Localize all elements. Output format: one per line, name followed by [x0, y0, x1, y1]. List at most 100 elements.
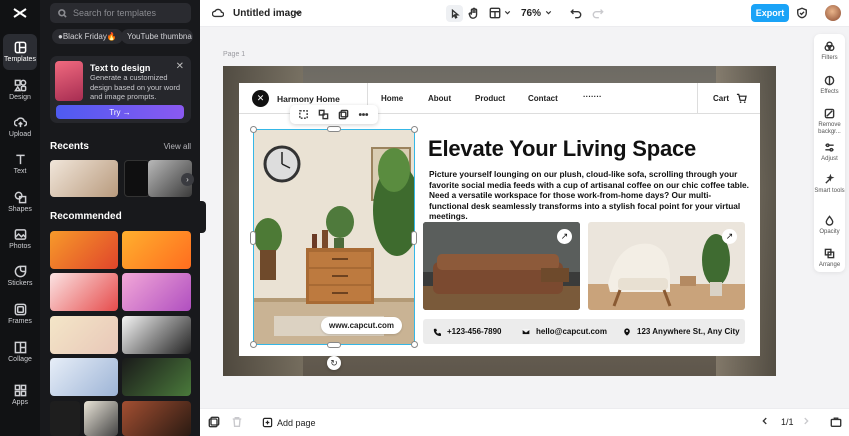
rail-item-frames[interactable]: Frames: [0, 296, 40, 332]
nav-link-more[interactable]: ·······: [583, 92, 602, 101]
recents-title: Recents: [50, 141, 89, 152]
rail-item-stickers[interactable]: Stickers: [0, 258, 40, 294]
rail-item-apps[interactable]: Apps: [0, 377, 40, 413]
close-icon[interactable]: ✕: [176, 61, 184, 72]
redo-icon[interactable]: [592, 7, 604, 19]
chevron-right-icon[interactable]: ›: [181, 173, 194, 186]
filters-icon: [824, 41, 835, 52]
tool-effects[interactable]: Effects: [814, 75, 845, 96]
arrow-up-right-icon[interactable]: ↗: [557, 229, 572, 244]
chevron-down-icon[interactable]: [293, 8, 303, 18]
resize-handle-right[interactable]: [411, 231, 417, 245]
layout-grid-icon[interactable]: [489, 7, 501, 19]
undo-icon[interactable]: [570, 7, 582, 19]
chip-black-friday[interactable]: ●Black Friday🔥: [52, 29, 123, 44]
tool-filters[interactable]: Filters: [814, 41, 845, 62]
resize-handle-top-left[interactable]: [250, 126, 257, 133]
cloud-icon[interactable]: [212, 7, 224, 19]
chevron-down-icon[interactable]: [503, 8, 512, 17]
tool-remove-background[interactable]: Remove backgr...: [814, 108, 845, 136]
template-tile[interactable]: [50, 273, 118, 311]
arrow-up-right-icon[interactable]: ↗: [722, 229, 737, 244]
trash-icon[interactable]: [231, 416, 243, 428]
recent-template-1[interactable]: [50, 160, 118, 197]
tool-smart-tools[interactable]: Smart tools: [814, 174, 845, 195]
tool-adjust[interactable]: Adjust: [814, 142, 845, 163]
template-tile[interactable]: [50, 401, 80, 436]
tool-arrange[interactable]: Arrange: [814, 248, 845, 269]
template-tile[interactable]: [84, 401, 118, 436]
location-pin-icon: [624, 327, 630, 336]
shield-icon[interactable]: [796, 7, 808, 19]
zoom-level[interactable]: 76%: [521, 8, 541, 19]
rail-item-upload[interactable]: Upload: [0, 109, 40, 145]
resize-handle-top[interactable]: [327, 126, 341, 132]
capcut-logo-icon[interactable]: [12, 6, 28, 20]
templates-icon: [14, 41, 26, 54]
template-tile[interactable]: [122, 231, 191, 269]
stickers-icon: [14, 265, 26, 278]
template-search-input[interactable]: Search for templates: [50, 3, 191, 23]
frames-icon: [14, 303, 26, 316]
selection-outline: [253, 129, 415, 345]
promo-title: Text to design: [90, 63, 151, 73]
select-pointer-icon[interactable]: [446, 5, 463, 22]
cart-icon[interactable]: [736, 93, 747, 107]
resize-handle-bottom[interactable]: [327, 342, 341, 348]
rail-item-photos[interactable]: Photos: [0, 221, 40, 257]
contact-address[interactable]: 123 Anywhere St., Any City: [623, 327, 740, 336]
text-icon: [15, 154, 25, 165]
rail-item-shapes[interactable]: Shapes: [0, 184, 40, 220]
template-tile[interactable]: [50, 231, 118, 269]
collage-icon: [14, 341, 26, 354]
add-page-button[interactable]: Add page: [262, 417, 316, 428]
hand-pan-icon[interactable]: [468, 7, 480, 19]
chip-youtube-thumbnail[interactable]: YouTube thumbna: [121, 29, 193, 44]
nav-link-contact[interactable]: Contact: [528, 94, 558, 103]
brand-logo-icon: ✕: [252, 90, 269, 107]
template-tile[interactable]: [50, 358, 118, 396]
template-tile[interactable]: [122, 401, 191, 436]
rotate-icon[interactable]: ↻: [327, 356, 341, 370]
nav-link-home[interactable]: Home: [381, 94, 403, 103]
armchair-photo[interactable]: ↗: [588, 222, 745, 310]
template-tile[interactable]: [122, 316, 191, 354]
design-body-text[interactable]: Picture yourself lounging on our plush, …: [429, 169, 749, 222]
nav-divider: [697, 83, 698, 114]
chevron-left-icon[interactable]: [760, 416, 770, 426]
nav-cart[interactable]: Cart: [713, 94, 729, 103]
chevron-down-icon[interactable]: [544, 8, 553, 17]
template-tile[interactable]: [122, 358, 191, 396]
rail-item-text[interactable]: Text: [0, 146, 40, 182]
view-all-link[interactable]: View all: [164, 142, 191, 151]
resize-handle-top-right[interactable]: [411, 126, 418, 133]
present-icon[interactable]: [830, 416, 842, 428]
tool-opacity[interactable]: Opacity: [814, 215, 845, 236]
chevron-right-icon[interactable]: [801, 416, 811, 426]
rail-item-collage[interactable]: Collage: [0, 334, 40, 370]
pages-panel-icon[interactable]: [208, 416, 220, 428]
design-headline[interactable]: Elevate Your Living Space: [428, 136, 696, 162]
nav-link-product[interactable]: Product: [475, 94, 505, 103]
more-options-icon[interactable]: [358, 109, 369, 120]
rail-item-design[interactable]: Design: [0, 72, 40, 108]
document-title[interactable]: Untitled image: [233, 8, 302, 19]
duplicate-icon[interactable]: [338, 109, 349, 120]
resize-handle-bottom-right[interactable]: [411, 341, 418, 348]
rail-item-templates[interactable]: Templates: [3, 34, 37, 70]
avatar[interactable]: [825, 5, 841, 21]
template-tile[interactable]: [50, 316, 118, 354]
contact-email[interactable]: hello@capcut.com: [522, 327, 607, 336]
try-button[interactable]: Try →: [56, 105, 184, 119]
contact-phone[interactable]: +123-456-7890: [433, 327, 502, 336]
resize-handle-left[interactable]: [250, 231, 256, 245]
recent-template-2[interactable]: [124, 160, 150, 197]
resize-handle-bottom-left[interactable]: [250, 341, 257, 348]
panel-collapse-handle[interactable]: [200, 201, 206, 233]
template-tile[interactable]: [122, 273, 191, 311]
crop-icon[interactable]: [298, 109, 309, 120]
nav-link-about[interactable]: About: [428, 94, 451, 103]
export-button[interactable]: Export: [751, 4, 789, 22]
sofa-photo[interactable]: ↗: [423, 222, 580, 310]
group-icon[interactable]: [318, 109, 329, 120]
